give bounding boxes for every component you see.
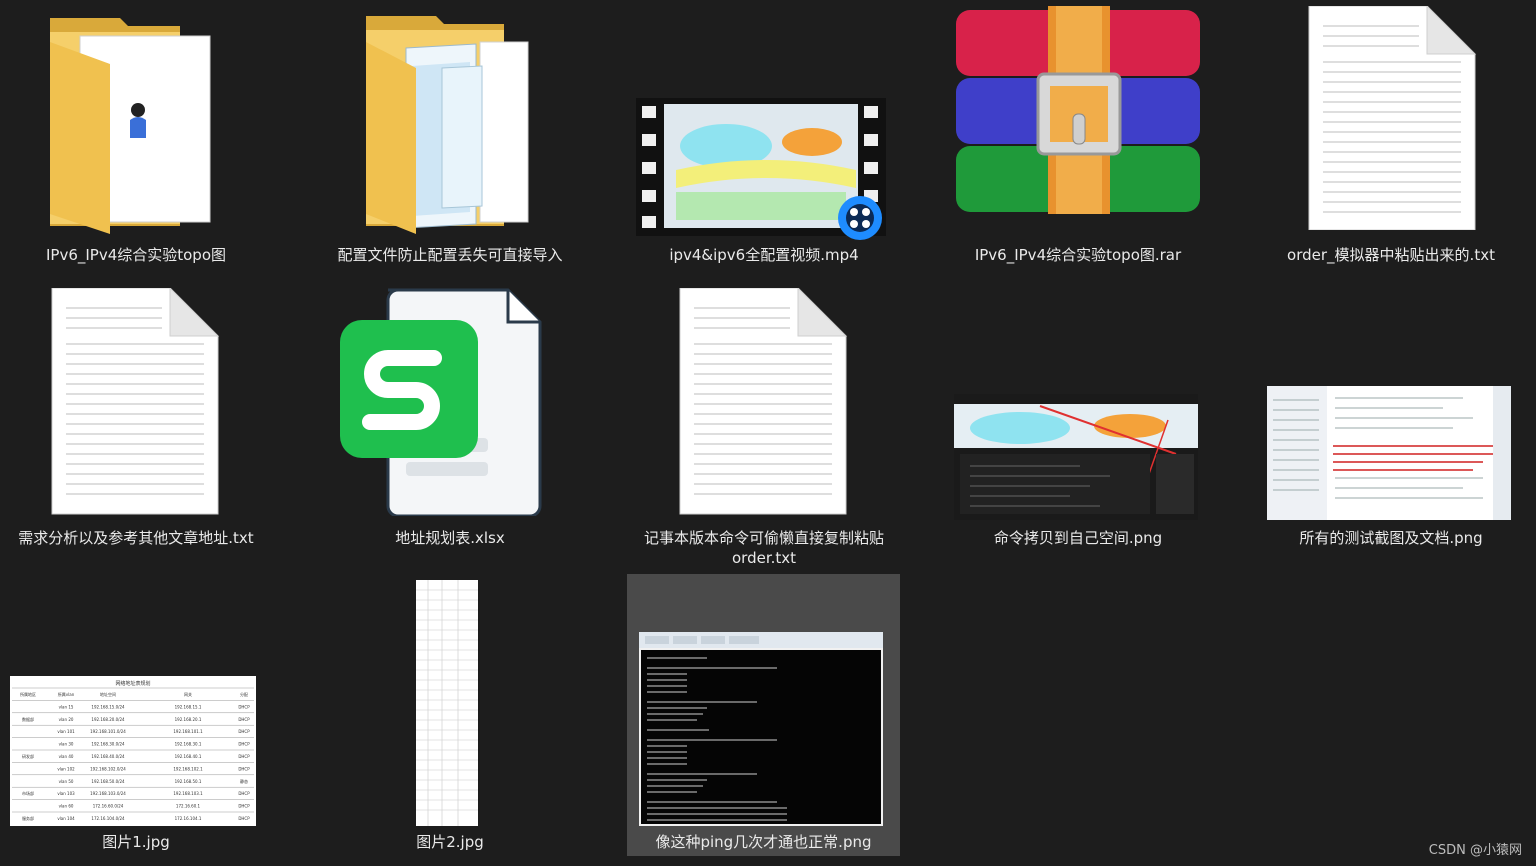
table-cell: 192.168.101.1 <box>173 729 203 734</box>
file-name: 图片1.jpg <box>102 833 170 851</box>
image-file-icon <box>302 580 598 826</box>
watermark: CSDN @小猿网 <box>1428 843 1522 858</box>
table-cell: DHCP <box>238 754 250 759</box>
file-item[interactable]: 需求分析以及参考其他文章地址.txt <box>0 282 284 572</box>
file-name: IPv6_IPv4综合实验topo图.rar <box>974 246 1182 264</box>
table-cell: 192.168.103.1 <box>173 791 203 796</box>
file-name: 配置文件防止配置丢失可直接导入 <box>337 246 563 264</box>
file-item[interactable]: 配置文件防止配置丢失可直接导入 <box>302 0 598 272</box>
file-name: 记事本版本命令可偷懒直接复制粘贴 order.txt <box>643 529 884 567</box>
table-cell: 172.16.104.0/24 <box>91 816 125 821</box>
table-cell: 192.168.103.0/24 <box>90 791 126 796</box>
file-item[interactable]: 记事本版本命令可偷懒直接复制粘贴 order.txt <box>616 282 912 572</box>
table-cell: 192.168.50.0/24 <box>91 779 125 784</box>
table-cell: vlan 101 <box>57 729 75 734</box>
table-cell: vlan 15 <box>59 704 74 709</box>
table-cell: DHCP <box>238 816 250 821</box>
table-cell: 192.168.50.1 <box>175 779 202 784</box>
table-cell: DHCP <box>238 717 250 722</box>
table-cell: vlan 30 <box>59 742 74 747</box>
file-name: order_模拟器中粘贴出来的.txt <box>1287 246 1495 264</box>
file-name: 地址规划表.xlsx <box>395 529 505 547</box>
image-file-icon <box>930 394 1226 520</box>
table-header-cell: 所属地区 <box>20 691 36 697</box>
table-header-cell: 所属vlan <box>58 691 75 697</box>
text-file-icon <box>616 288 912 516</box>
table-cell: 192.168.101.0/24 <box>90 729 126 734</box>
table-title: 网络地址表规划 <box>115 680 150 687</box>
folder-icon <box>302 12 598 236</box>
table-cell: 192.168.15.1 <box>175 704 202 709</box>
table-cell: 192.168.30.0/24 <box>91 742 125 747</box>
table-header-cell: 分配 <box>240 691 248 697</box>
folder-icon <box>0 12 284 236</box>
table-cell: vlan 102 <box>57 766 75 771</box>
file-name: 命令拷贝到自己空间.png <box>993 529 1163 547</box>
file-name: 需求分析以及参考其他文章地址.txt <box>18 529 254 547</box>
image-file-icon <box>627 632 900 826</box>
table-header-cell: 地址空间 <box>100 691 116 697</box>
table-cell: DHCP <box>238 742 250 747</box>
file-item[interactable]: ipv4&ipv6全配置视频.mp4 <box>616 0 912 272</box>
table-cell: 172.16.60.1 <box>176 804 201 809</box>
table-cell: 192.168.40.0/24 <box>91 754 125 759</box>
table-cell: 市场部 <box>22 790 34 796</box>
image-file-icon <box>1243 386 1536 520</box>
file-item-selected[interactable]: 像这种ping几次才通也正常.png <box>627 574 900 856</box>
table-cell: 研发部 <box>22 753 34 759</box>
table-cell: 172.16.104.1 <box>175 816 202 821</box>
file-name: 图片2.jpg <box>416 833 484 851</box>
table-cell: vlan 40 <box>59 754 74 759</box>
table-cell: 192.168.20.1 <box>175 717 202 722</box>
file-name: IPv6_IPv4综合实验topo图 <box>45 246 227 264</box>
file-name: ipv4&ipv6全配置视频.mp4 <box>669 246 859 264</box>
file-item[interactable]: IPv6_IPv4综合实验topo图.rar <box>930 0 1226 272</box>
table-cell: 静态 <box>240 778 248 784</box>
table-cell: DHCP <box>238 791 250 796</box>
table-cell: vlan 104 <box>57 816 75 821</box>
table-cell: 192.168.20.0/24 <box>91 717 125 722</box>
file-grid: IPv6_IPv4综合实验topo图 配置文件防止配置丢失可直接导入 ipv4&… <box>0 0 1536 866</box>
file-item[interactable]: 所有的测试截图及文档.png <box>1243 282 1536 572</box>
table-cell: 数据部 <box>22 716 34 722</box>
file-name: 所有的测试截图及文档.png <box>1299 529 1483 547</box>
image-file-icon: 网络地址表规划 所属地区 所属vlan 地址空间 网关 分配 vlan 15 192.168… <box>0 676 284 826</box>
table-cell: vlan 20 <box>59 717 74 722</box>
table-cell: DHCP <box>238 729 250 734</box>
file-item[interactable]: 地址规划表.xlsx <box>302 282 598 572</box>
table-cell: vlan 103 <box>57 791 75 796</box>
file-name: 像这种ping几次才通也正常.png <box>655 833 872 851</box>
video-file-icon <box>616 96 912 242</box>
table-cell: DHCP <box>238 804 250 809</box>
text-file-icon <box>1243 6 1536 230</box>
file-item[interactable]: 命令拷贝到自己空间.png <box>930 282 1226 572</box>
table-cell: vlan 50 <box>59 779 74 784</box>
file-item[interactable]: IPv6_IPv4综合实验topo图 <box>0 0 284 272</box>
file-item[interactable]: order_模拟器中粘贴出来的.txt <box>1243 0 1536 272</box>
table-cell: 192.168.102.1 <box>173 766 203 771</box>
table-header-cell: 网关 <box>184 691 192 697</box>
table-cell: 服务部 <box>22 815 34 821</box>
file-item[interactable]: 图片2.jpg <box>302 574 598 856</box>
table-cell: 192.168.102.0/24 <box>90 766 126 771</box>
table-cell: DHCP <box>238 766 250 771</box>
table-cell: vlan 60 <box>59 804 74 809</box>
spreadsheet-icon <box>302 286 598 516</box>
text-file-icon <box>0 288 284 516</box>
file-item[interactable]: 网络地址表规划 所属地区 所属vlan 地址空间 网关 分配 vlan 15 192.168… <box>0 574 284 856</box>
table-cell: DHCP <box>238 704 250 709</box>
table-cell: 172.16.60.0/24 <box>93 804 124 809</box>
table-cell: 192.168.15.0/24 <box>91 704 125 709</box>
table-cell: 192.168.30.1 <box>175 742 202 747</box>
table-cell: 192.168.40.1 <box>175 754 202 759</box>
archive-icon <box>930 4 1226 218</box>
